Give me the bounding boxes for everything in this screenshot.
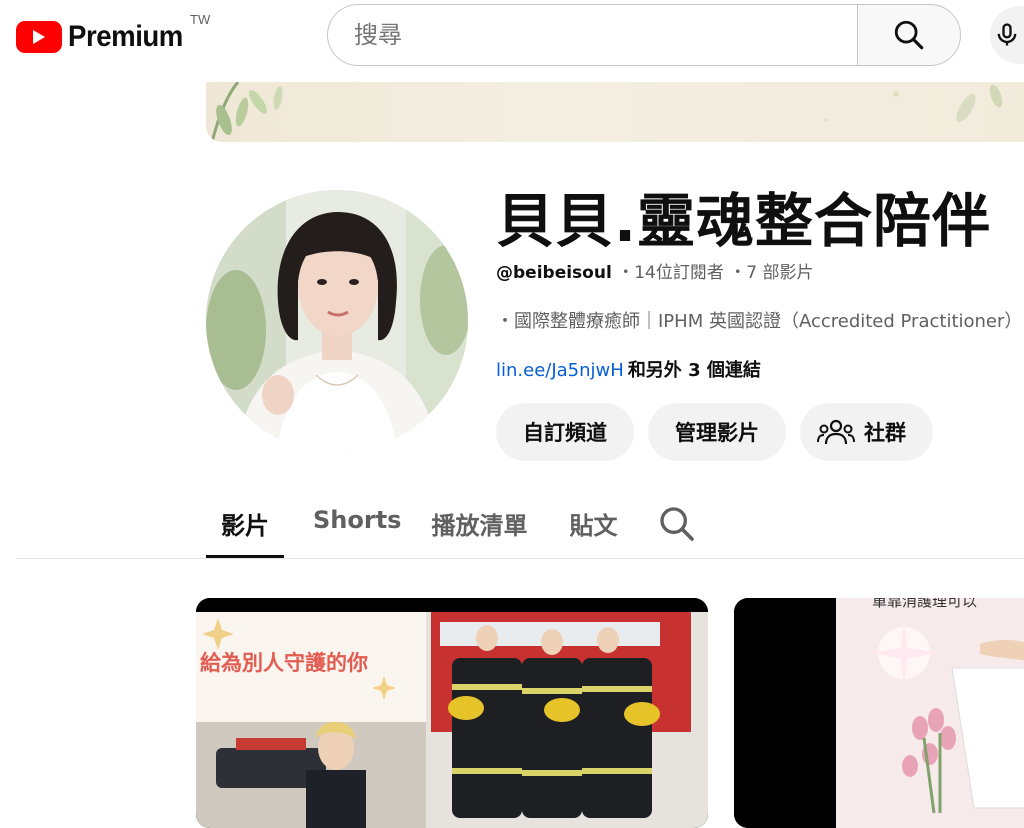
video-count: 7 部影片 <box>746 263 814 283</box>
logo-text: Premium <box>68 20 183 53</box>
meta-separator: ・ <box>729 263 747 283</box>
region-code: TW <box>190 12 211 27</box>
tab-videos[interactable]: 影片 <box>206 500 284 558</box>
meta-separator: ・ <box>617 263 635 283</box>
more-links[interactable]: 和另外 3 個連結 <box>628 360 761 381</box>
banner-leaves-image <box>210 82 1003 142</box>
channel-link[interactable]: lin.ee/Ja5njwH <box>496 360 624 381</box>
channel-name: 貝貝.靈魂整合陪伴 <box>496 187 992 255</box>
video-thumbnail[interactable]: 單靠消護理可以 <box>734 598 1024 828</box>
search-input[interactable] <box>327 4 857 66</box>
channel-avatar[interactable] <box>206 190 468 452</box>
tab-posts[interactable]: 貼文 <box>554 500 632 558</box>
tabs-divider <box>16 558 1024 559</box>
customize-channel-button[interactable]: 自訂頻道 <box>496 403 634 461</box>
people-icon <box>817 419 855 445</box>
avatar-portrait-image <box>206 190 468 452</box>
channel-tabs: 影片 Shorts 播放清單 貼文 <box>206 500 697 558</box>
tab-playlists[interactable]: 播放清單 <box>416 500 542 558</box>
community-label: 社群 <box>864 421 906 445</box>
microphone-icon <box>997 23 1017 46</box>
top-bar: Premium TW <box>0 0 1024 80</box>
manage-videos-label: 管理影片 <box>675 421 759 445</box>
channel-actions: 自訂頻道 管理影片 社群 <box>496 403 933 461</box>
video-thumbnail-image: 單靠消護理可以 <box>734 598 1024 828</box>
tab-shorts[interactable]: Shorts <box>298 500 416 558</box>
channel-search-button[interactable] <box>657 504 697 548</box>
search-button[interactable] <box>857 4 961 66</box>
channel-banner <box>206 82 1024 142</box>
channel-description[interactable]: ・國際整體療癒師｜IPHM 英國認證（Accredited Practition… <box>496 307 1024 333</box>
subscriber-count: 14位訂閱者 <box>634 263 724 283</box>
svg-text:單靠消護理可以: 單靠消護理可以 <box>872 598 977 610</box>
channel-meta: @beibeisoul ・14位訂閱者 ・7 部影片 <box>496 258 813 283</box>
search-bar <box>327 4 961 68</box>
manage-videos-button[interactable]: 管理影片 <box>648 403 786 461</box>
search-icon <box>894 20 924 50</box>
video-thumbnail-image: 給為別人守護的你 <box>196 598 708 828</box>
channel-handle: @beibeisoul <box>496 263 612 283</box>
youtube-premium-logo[interactable]: Premium <box>16 20 193 54</box>
community-button[interactable]: 社群 <box>800 403 933 461</box>
search-icon <box>660 507 695 541</box>
youtube-play-icon <box>16 21 62 53</box>
video-thumbnail[interactable]: 給為別人守護的你 <box>196 598 708 828</box>
voice-search-button[interactable] <box>990 6 1024 64</box>
customize-channel-label: 自訂頻道 <box>523 421 607 445</box>
svg-text:給為別人守護的你: 給為別人守護的你 <box>200 651 368 675</box>
channel-links: lin.ee/Ja5njwH 和另外 3 個連結 <box>496 356 761 382</box>
